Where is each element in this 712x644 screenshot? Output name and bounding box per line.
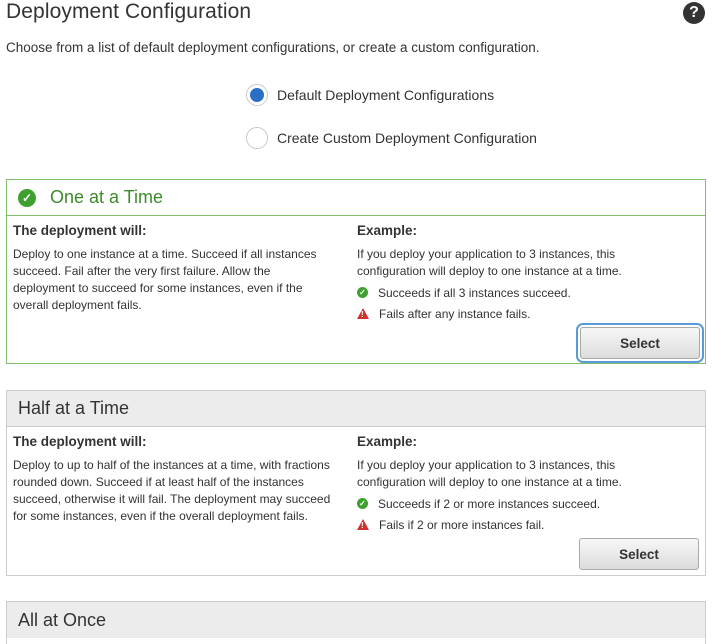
radio-custom-configuration[interactable]: Create Custom Deployment Configuration [246, 127, 537, 149]
deployment-description: The deployment will: Deploy to up to hal… [13, 434, 348, 525]
description-line: deployment to succeed for some instances… [13, 281, 303, 295]
card-title: One at a Time [50, 187, 164, 207]
example-text: If you deploy your application to 3 inst… [357, 246, 697, 280]
example-section: Example: If you deploy your application … [357, 223, 697, 322]
example-text: If you deploy your application to 3 inst… [357, 457, 697, 491]
success-check-icon: ✓ [357, 498, 368, 509]
help-icon[interactable]: ? [683, 2, 705, 24]
radio-custom-label: Create Custom Deployment Configuration [277, 130, 537, 146]
radio-button-selected[interactable] [246, 84, 268, 106]
success-text: Succeeds if all 3 instances succeed. [378, 285, 571, 300]
description-line: Deploy to one instance at a time. Succee… [13, 247, 317, 261]
fail-text: Fails if 2 or more instances fail. [379, 517, 545, 532]
example-line: configuration will deploy to one instanc… [357, 264, 622, 278]
description-line: succeed, otherwise it will fail. The dep… [13, 492, 331, 506]
radio-default-label: Default Deployment Configurations [277, 87, 495, 103]
radio-button-unselected[interactable] [246, 127, 268, 149]
success-result: ✓ Succeeds if 2 or more instances succee… [357, 495, 697, 512]
description-line: overall deployment fails. [13, 298, 142, 312]
example-heading: Example: [357, 434, 418, 449]
card-title: Half at a Time [18, 398, 130, 418]
card-one-at-a-time: ✓ One at a Time The deployment will: Dep… [6, 179, 706, 364]
example-line: If you deploy your application to 3 inst… [357, 458, 616, 472]
success-check-icon: ✓ [357, 287, 368, 298]
fail-result: ! Fails after any instance fails. [357, 305, 697, 322]
description-line: succeed. Fail after the very first failu… [13, 264, 271, 278]
warning-triangle-icon: ! [357, 308, 369, 319]
card-title: All at Once [18, 609, 107, 630]
card-header: Half at a Time [7, 391, 705, 427]
example-heading: Example: [357, 223, 418, 238]
success-result: ✓ Succeeds if all 3 instances succeed. [357, 284, 697, 301]
card-all-at-once: All at Once [6, 601, 706, 644]
description-text: Deploy to up to half of the instances at… [13, 457, 348, 525]
select-button[interactable]: Select [579, 538, 699, 570]
fail-text: Fails after any instance fails. [379, 306, 531, 321]
description-text: Deploy to one instance at a time. Succee… [13, 246, 343, 314]
radio-default-configurations[interactable]: Default Deployment Configurations [246, 84, 494, 106]
fail-result: ! Fails if 2 or more instances fail. [357, 516, 697, 533]
check-circle-icon: ✓ [18, 188, 36, 207]
page-title: Deployment Configuration [6, 0, 252, 23]
card-half-at-a-time: Half at a Time The deployment will: Depl… [6, 390, 706, 576]
description-heading: The deployment will: [13, 223, 147, 238]
card-header: All at Once [7, 602, 705, 638]
description-line: Deploy to up to half of the instances at… [13, 458, 330, 472]
description-line: rounded down. Succeed if at least half o… [13, 475, 304, 489]
description-line: for some instances, even if the overall … [13, 509, 308, 523]
warning-triangle-icon: ! [357, 519, 369, 530]
intro-text: Choose from a list of default deployment… [6, 40, 540, 55]
select-button[interactable]: Select [576, 323, 704, 363]
example-line: If you deploy your application to 3 inst… [357, 247, 616, 261]
description-heading: The deployment will: [13, 434, 147, 449]
card-header: ✓ One at a Time [7, 180, 705, 216]
example-section: Example: If you deploy your application … [357, 434, 697, 533]
deployment-description: The deployment will: Deploy to one insta… [13, 223, 343, 314]
success-text: Succeeds if 2 or more instances succeed. [378, 496, 601, 511]
example-line: configuration will deploy to one instanc… [357, 475, 622, 489]
